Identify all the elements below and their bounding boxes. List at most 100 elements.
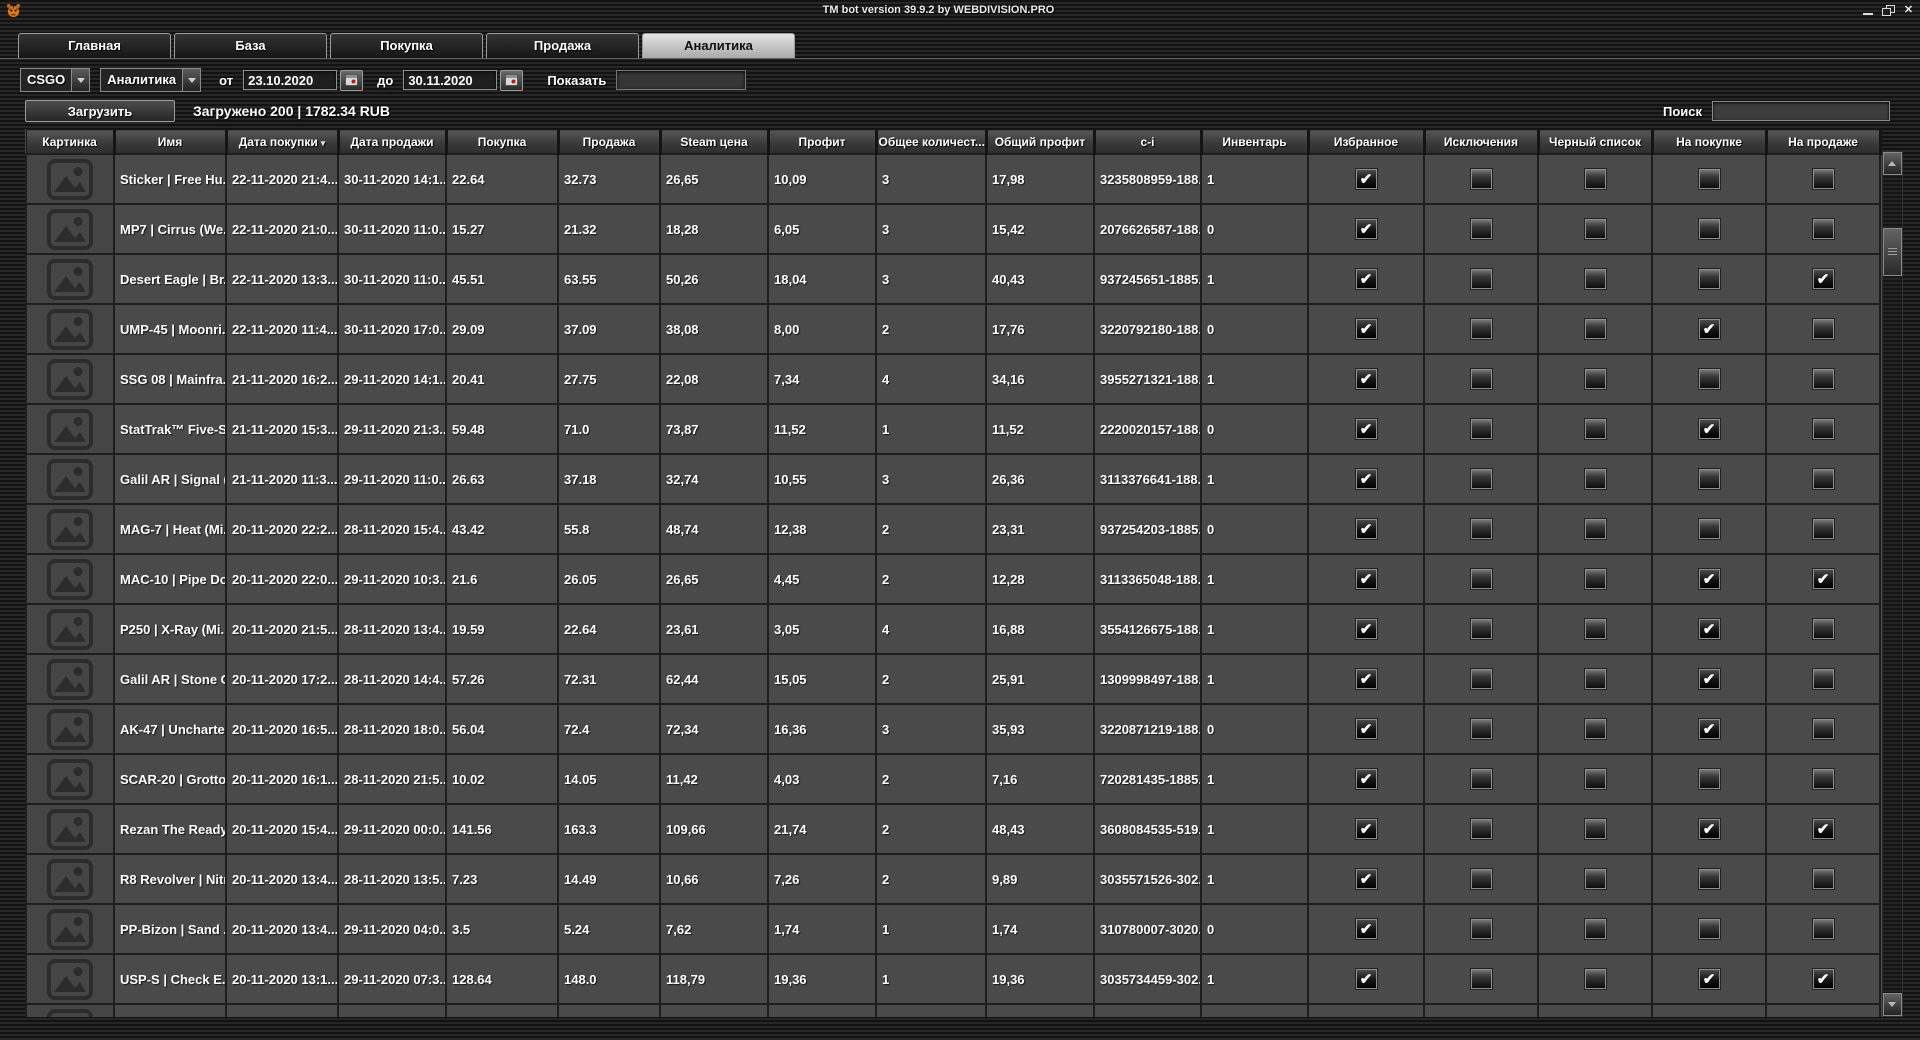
column-header-qty[interactable]: Общее количест... xyxy=(875,129,988,155)
tab-base[interactable]: База xyxy=(174,33,327,58)
load-button[interactable]: Загрузить xyxy=(25,100,175,122)
blacklist-checkbox[interactable] xyxy=(1583,418,1607,440)
column-header-ci[interactable]: c-i xyxy=(1093,129,1203,155)
scrollbar-thumb[interactable] xyxy=(1882,228,1902,276)
date-to-input[interactable] xyxy=(403,70,498,90)
selling-checkbox[interactable]: ✔ xyxy=(1811,968,1835,990)
restore-button[interactable] xyxy=(1881,4,1896,17)
vertical-scrollbar[interactable] xyxy=(1881,151,1903,1017)
column-header-buy_date[interactable]: Дата покупки ▾ xyxy=(225,129,340,155)
exclusions-checkbox[interactable] xyxy=(1469,918,1493,940)
calendar-from-button[interactable] xyxy=(340,69,364,91)
close-button[interactable]: ✕ xyxy=(1901,4,1916,17)
blacklist-checkbox[interactable] xyxy=(1583,168,1607,190)
mode-select[interactable]: Аналитика xyxy=(100,68,202,92)
selling-checkbox[interactable] xyxy=(1811,318,1835,340)
favorite-checkbox[interactable]: ✔ xyxy=(1354,668,1378,690)
show-input[interactable] xyxy=(616,70,747,90)
exclusions-checkbox[interactable] xyxy=(1469,568,1493,590)
buying-checkbox[interactable] xyxy=(1697,168,1721,190)
blacklist-checkbox[interactable] xyxy=(1583,718,1607,740)
table-row[interactable]: MP7 | Cirrus (We... 22-11-2020 21:0... 30-… xyxy=(25,203,1881,255)
selling-checkbox[interactable] xyxy=(1811,518,1835,540)
favorite-checkbox[interactable]: ✔ xyxy=(1354,218,1378,240)
exclusions-checkbox[interactable] xyxy=(1469,618,1493,640)
column-header-sell_date[interactable]: Дата продажи xyxy=(337,129,448,155)
favorite-checkbox[interactable]: ✔ xyxy=(1354,468,1378,490)
column-header-sell[interactable]: Продажа xyxy=(557,129,662,155)
chevron-down-icon[interactable] xyxy=(182,69,201,91)
buying-checkbox[interactable]: ✔ xyxy=(1697,718,1721,740)
scrollbar-track[interactable] xyxy=(1882,175,1902,993)
buying-checkbox[interactable] xyxy=(1697,868,1721,890)
table-row[interactable]: SSG 08 | Mainfra... 21-11-2020 16:2... 29-… xyxy=(25,353,1881,405)
column-header-steam[interactable]: Steam цена xyxy=(659,129,770,155)
favorite-checkbox[interactable]: ✔ xyxy=(1354,168,1378,190)
chevron-down-icon[interactable] xyxy=(71,69,90,91)
table-row[interactable]: UMP-45 | Moonri... 22-11-2020 11:4... 30-1… xyxy=(25,303,1881,355)
column-header-image[interactable]: Картинка xyxy=(25,129,116,155)
selling-checkbox[interactable] xyxy=(1811,368,1835,390)
selling-checkbox[interactable]: ✔ xyxy=(1811,818,1835,840)
tab-buy[interactable]: Покупка xyxy=(330,33,483,58)
exclusions-checkbox[interactable] xyxy=(1469,168,1493,190)
exclusions-checkbox[interactable] xyxy=(1469,768,1493,790)
buying-checkbox[interactable] xyxy=(1697,518,1721,540)
tab-sell[interactable]: Продажа xyxy=(486,33,639,58)
blacklist-checkbox[interactable] xyxy=(1583,368,1607,390)
favorite-checkbox[interactable]: ✔ xyxy=(1354,368,1378,390)
buying-checkbox[interactable]: ✔ xyxy=(1697,818,1721,840)
favorite-checkbox[interactable]: ✔ xyxy=(1354,768,1378,790)
calendar-to-button[interactable] xyxy=(500,69,524,91)
exclusions-checkbox[interactable] xyxy=(1469,218,1493,240)
buying-checkbox[interactable]: ✔ xyxy=(1697,968,1721,990)
selling-checkbox[interactable] xyxy=(1811,468,1835,490)
blacklist-checkbox[interactable] xyxy=(1583,668,1607,690)
buying-checkbox[interactable] xyxy=(1697,468,1721,490)
blacklist-checkbox[interactable] xyxy=(1583,318,1607,340)
blacklist-checkbox[interactable] xyxy=(1583,818,1607,840)
selling-checkbox[interactable] xyxy=(1811,918,1835,940)
blacklist-checkbox[interactable] xyxy=(1583,268,1607,290)
buying-checkbox[interactable]: ✔ xyxy=(1697,618,1721,640)
scroll-up-button[interactable] xyxy=(1882,152,1902,175)
table-row[interactable]: R8 Revolver | Nitr...20-11-2020 13:4...2… xyxy=(25,853,1881,905)
search-input[interactable] xyxy=(1712,101,1890,121)
column-header-exclusions[interactable]: Исключения xyxy=(1423,129,1540,155)
scroll-down-button[interactable] xyxy=(1882,993,1902,1016)
game-select[interactable]: CSGO xyxy=(20,68,91,92)
table-row[interactable]: Desert Eagle | Br... 22-11-2020 13:3... 30… xyxy=(25,253,1881,305)
exclusions-checkbox[interactable] xyxy=(1469,368,1493,390)
column-header-favorite[interactable]: Избранное xyxy=(1307,129,1426,155)
favorite-checkbox[interactable]: ✔ xyxy=(1354,718,1378,740)
blacklist-checkbox[interactable] xyxy=(1583,918,1607,940)
table-row[interactable]: Sticker | Free Hu... 22-11-2020 21:4... 30… xyxy=(25,153,1881,205)
table-row[interactable]: Galil AR | Stone C...20-11-2020 17:2...2… xyxy=(25,653,1881,705)
table-row[interactable]: USP-S | Check E... 20-11-2020 13:1... 29-1… xyxy=(25,953,1881,1005)
buying-checkbox[interactable] xyxy=(1697,918,1721,940)
favorite-checkbox[interactable]: ✔ xyxy=(1354,318,1378,340)
blacklist-checkbox[interactable] xyxy=(1583,468,1607,490)
favorite-checkbox[interactable]: ✔ xyxy=(1354,818,1378,840)
tab-analytics[interactable]: Аналитика xyxy=(642,33,795,58)
favorite-checkbox[interactable]: ✔ xyxy=(1354,518,1378,540)
exclusions-checkbox[interactable] xyxy=(1469,818,1493,840)
buying-checkbox[interactable]: ✔ xyxy=(1697,568,1721,590)
favorite-checkbox[interactable]: ✔ xyxy=(1354,918,1378,940)
table-row[interactable]: Galil AR | Signal (...21-11-2020 11:3...… xyxy=(25,453,1881,505)
blacklist-checkbox[interactable] xyxy=(1583,868,1607,890)
blacklist-checkbox[interactable] xyxy=(1583,968,1607,990)
blacklist-checkbox[interactable] xyxy=(1583,518,1607,540)
date-from-input[interactable] xyxy=(243,70,338,90)
minimize-button[interactable] xyxy=(1861,4,1876,17)
column-header-inventory[interactable]: Инвентарь xyxy=(1200,129,1310,155)
column-header-selling[interactable]: На продаже xyxy=(1765,129,1882,155)
column-header-total_profit[interactable]: Общий профит xyxy=(985,129,1096,155)
table-row[interactable]: P250 | X-Ray (Mi... 20-11-2020 21:5... 28-… xyxy=(25,603,1881,655)
table-row[interactable]: PP-Bizon | Sand ... 20-11-2020 13:4... 29-… xyxy=(25,903,1881,955)
table-row[interactable]: AK-47 | Uncharte... 20-11-2020 16:5... 28-… xyxy=(25,703,1881,755)
selling-checkbox[interactable] xyxy=(1811,218,1835,240)
buying-checkbox[interactable] xyxy=(1697,368,1721,390)
blacklist-checkbox[interactable] xyxy=(1583,768,1607,790)
exclusions-checkbox[interactable] xyxy=(1469,418,1493,440)
